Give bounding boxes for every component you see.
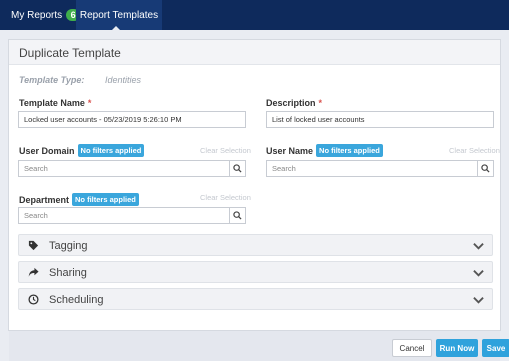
description-label: Description *: [266, 98, 322, 108]
clock-icon: [27, 293, 39, 305]
required-marker: *: [87, 98, 92, 108]
section-scheduling-label: Scheduling: [49, 294, 104, 306]
description-label-text: Description: [266, 98, 316, 108]
description-input[interactable]: List of locked user accounts: [266, 111, 494, 128]
save-button[interactable]: Save: [482, 339, 509, 357]
footer-actions: Cancel Run Now Save: [9, 330, 509, 361]
tab-my-reports[interactable]: My Reports 6: [11, 0, 81, 30]
department-label: Department No filters applied: [19, 193, 139, 206]
required-marker: *: [318, 98, 323, 108]
template-type-label: Template Type:: [19, 75, 85, 85]
cancel-button[interactable]: Cancel: [392, 339, 432, 357]
user-name-search-input[interactable]: Search: [266, 160, 478, 177]
page-title: Duplicate Template: [19, 46, 121, 60]
search-icon: [233, 164, 242, 173]
department-filter-badge: No filters applied: [72, 193, 139, 206]
user-name-label: User Name No filters applied: [266, 144, 383, 157]
user-name-filter-badge: No filters applied: [316, 144, 383, 157]
template-name-label-text: Template Name: [19, 98, 85, 108]
share-icon: [27, 266, 39, 278]
template-type-value: Identities: [105, 75, 142, 85]
section-sharing[interactable]: Sharing: [18, 261, 493, 283]
chevron-down-icon: [472, 267, 484, 279]
chevron-down-icon: [472, 294, 484, 306]
template-name-label: Template Name *: [19, 98, 91, 108]
top-nav: My Reports 6 Report Templates: [0, 0, 509, 30]
active-tab-caret: [112, 26, 120, 30]
department-search-button[interactable]: [229, 207, 246, 224]
template-name-input[interactable]: Locked user accounts - 05/23/2019 5:26:1…: [18, 111, 246, 128]
tab-my-reports-label: My Reports: [11, 9, 63, 21]
department-label-text: Department: [19, 194, 70, 205]
user-domain-filter-badge: No filters applied: [77, 144, 145, 157]
section-tagging[interactable]: Tagging: [18, 234, 493, 256]
section-tagging-label: Tagging: [49, 240, 88, 252]
user-domain-label: User Domain No filters applied: [19, 144, 145, 157]
user-name-clear-selection[interactable]: Clear Selection: [449, 146, 500, 155]
panel-header: Duplicate Template: [9, 40, 500, 65]
chevron-down-icon: [472, 240, 484, 252]
section-sharing-label: Sharing: [49, 267, 87, 279]
tag-icon: [27, 239, 39, 251]
search-icon: [481, 164, 490, 173]
user-name-label-text: User Name: [266, 145, 314, 156]
user-domain-search-input[interactable]: Search: [18, 160, 230, 177]
section-scheduling[interactable]: Scheduling: [18, 288, 493, 310]
user-domain-clear-selection[interactable]: Clear Selection: [200, 146, 251, 155]
tab-report-templates-label: Report Templates: [79, 9, 159, 21]
user-domain-search-button[interactable]: [229, 160, 246, 177]
department-search-input[interactable]: Search: [18, 207, 230, 224]
department-clear-selection[interactable]: Clear Selection: [200, 193, 251, 202]
user-domain-label-text: User Domain: [19, 145, 75, 156]
user-name-search-button[interactable]: [477, 160, 494, 177]
run-now-button[interactable]: Run Now: [436, 339, 478, 357]
duplicate-template-panel: Duplicate Template Template Type: Identi…: [8, 39, 501, 331]
search-icon: [233, 211, 242, 220]
